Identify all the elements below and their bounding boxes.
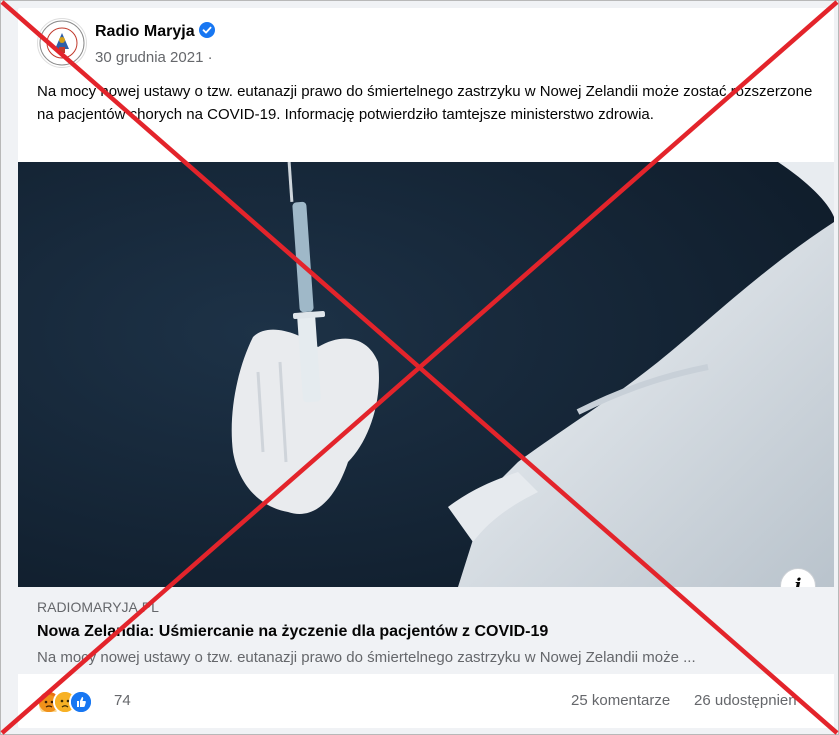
- page-name-text[interactable]: Radio Maryja: [95, 23, 195, 40]
- reaction-icons[interactable]: [37, 690, 107, 715]
- link-preview-image[interactable]: [18, 162, 834, 587]
- post-text: Na mocy nowej ustawy o tzw. eutanazji pr…: [37, 83, 813, 123]
- radio-maryja-logo-icon: [39, 20, 85, 66]
- post-timestamp[interactable]: 30 grudnia 2021 ·: [95, 49, 213, 66]
- date-separator: ·: [207, 49, 213, 66]
- shares-count[interactable]: 26 udostępnień: [694, 692, 797, 709]
- post-card: Radio Maryja 30 grudnia 2021 · Na mocy n…: [18, 8, 834, 728]
- post-date-text[interactable]: 30 grudnia 2021: [95, 49, 203, 66]
- comments-count[interactable]: 25 komentarze: [571, 692, 670, 709]
- link-preview[interactable]: RADIOMARYJA.PL Nowa Zelandia: Uśmiercani…: [18, 587, 834, 674]
- link-domain: RADIOMARYJA.PL: [37, 599, 159, 615]
- screenshot-frame: Radio Maryja 30 grudnia 2021 · Na mocy n…: [0, 0, 839, 735]
- post-footer: 74 25 komentarze 26 udostępnień: [18, 674, 834, 728]
- syringe-photo: [18, 162, 834, 587]
- page-name[interactable]: Radio Maryja: [95, 22, 215, 41]
- reaction-count[interactable]: 74: [114, 692, 131, 709]
- like-reaction-icon: [69, 690, 93, 714]
- verified-badge-icon: [198, 22, 215, 38]
- page-avatar[interactable]: [37, 18, 87, 68]
- link-title[interactable]: Nowa Zelandia: Uśmiercanie na życzenie d…: [37, 623, 548, 641]
- link-description: Na mocy nowej ustawy o tzw. eutanazji pr…: [37, 649, 696, 666]
